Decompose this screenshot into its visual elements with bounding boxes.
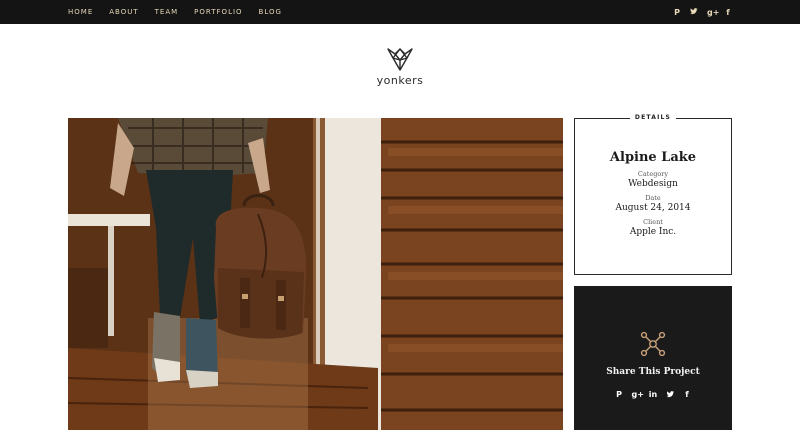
project-hero-image (68, 118, 563, 430)
pinterest-icon[interactable]: P (673, 8, 681, 17)
category-value: Webdesign (628, 179, 678, 189)
nav-about[interactable]: ABOUT (109, 8, 138, 16)
client-value: Apple Inc. (629, 227, 677, 237)
nav-team[interactable]: TEAM (155, 8, 179, 16)
nav-portfolio[interactable]: PORTFOLIO (194, 8, 242, 16)
details-legend: DETAILS (629, 114, 677, 121)
logo-mark-icon (387, 48, 413, 71)
google-plus-icon[interactable]: g+ (707, 8, 719, 17)
project-details-box: DETAILS Alpine Lake Category Webdesign D… (574, 114, 732, 275)
twitter-icon[interactable] (690, 7, 698, 17)
date-value: August 24, 2014 (615, 203, 691, 213)
twitter-icon[interactable] (666, 390, 675, 400)
brand-name: yonkers (376, 74, 424, 87)
share-network-icon (640, 331, 666, 357)
share-project-box: Share This Project P g+ in f (574, 286, 732, 430)
category-label: Category (637, 170, 669, 178)
share-links: P g+ in f (574, 390, 732, 400)
main-nav: HOME ABOUT TEAM PORTFOLIO BLOG (68, 0, 298, 24)
project-title: Alpine Lake (609, 150, 697, 165)
facebook-icon[interactable]: f (724, 8, 732, 17)
share-title: Share This Project (606, 367, 700, 377)
facebook-icon[interactable]: f (683, 390, 692, 400)
client-label: Client (643, 218, 663, 226)
site-logo[interactable]: yonkers (362, 47, 438, 87)
date-label: Date (645, 194, 661, 202)
top-social-links: P g+ f (664, 0, 732, 24)
linkedin-icon[interactable]: in (649, 390, 658, 400)
google-plus-icon[interactable]: g+ (632, 390, 644, 400)
nav-blog[interactable]: BLOG (259, 8, 282, 16)
top-bar: HOME ABOUT TEAM PORTFOLIO BLOG P g+ f (0, 0, 800, 24)
pinterest-icon[interactable]: P (615, 390, 624, 400)
nav-home[interactable]: HOME (68, 8, 93, 16)
